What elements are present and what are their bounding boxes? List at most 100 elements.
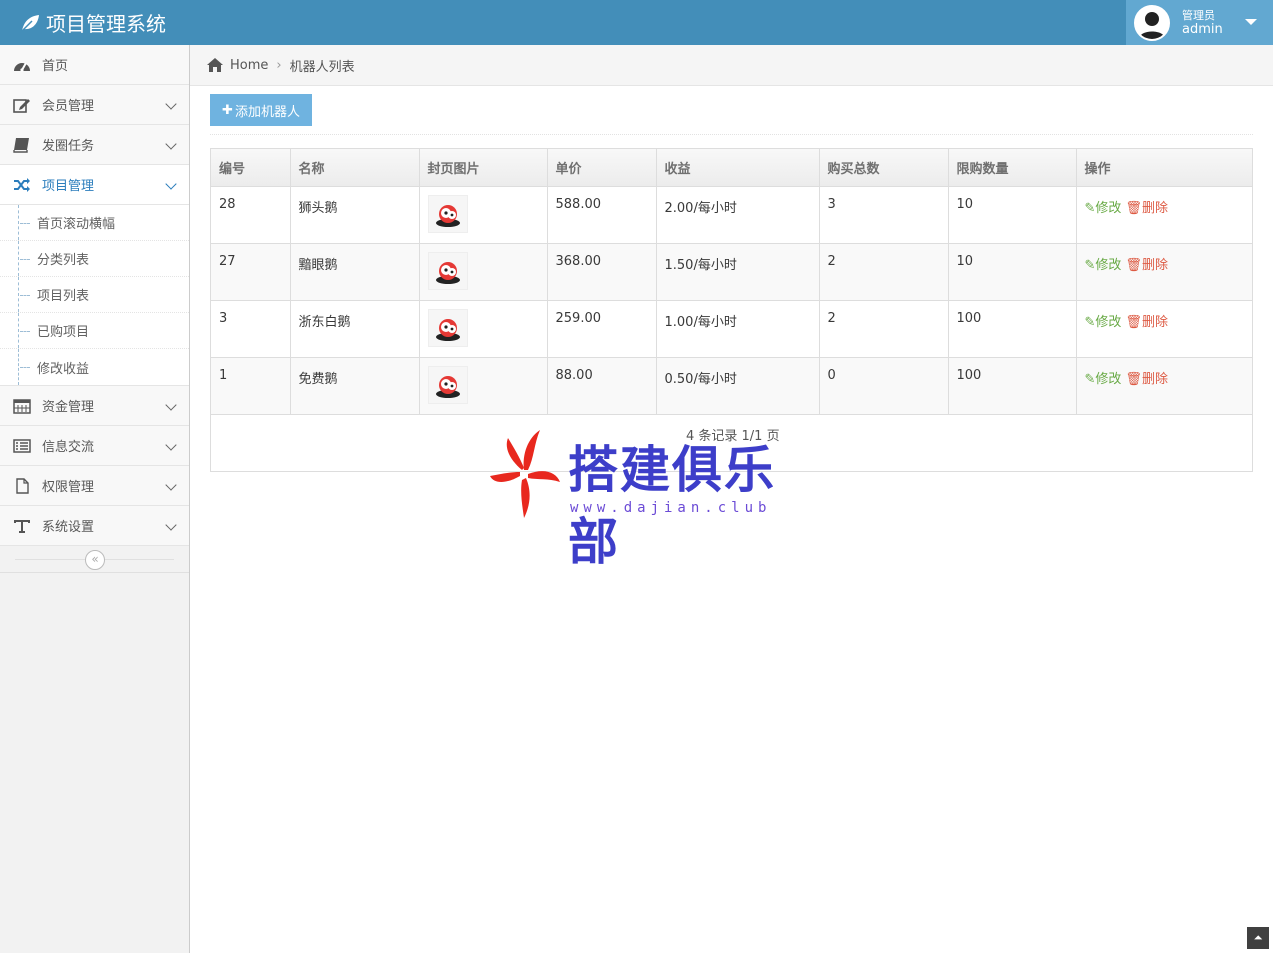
submenu-item-label: 已购项目 [37,325,90,340]
submenu-item-purchased[interactable]: 已购项目 [0,313,189,349]
chevron-right-icon: › [276,57,282,73]
sidebar-item-label: 会员管理 [42,99,95,114]
edit-link[interactable]: ✎修改 [1085,258,1122,273]
double-angle-left-icon[interactable]: « [85,550,105,570]
cell-income: 1.00/每小时 [656,300,820,358]
brand[interactable]: 项目管理系统 [20,0,166,45]
submenu-item-project-list[interactable]: 项目列表 [0,277,189,313]
dashboard-icon [12,56,32,74]
book-icon [12,136,32,154]
user-role: 管理员 [1182,8,1215,22]
trash-icon: 🗑 [1125,257,1142,273]
sidebar-item-settings[interactable]: 系统设置 [0,506,189,546]
add-robot-label: 添加机器人 [234,104,300,120]
sidebar-item-funds[interactable]: 资金管理 [0,386,189,426]
cell-limit: 100 [948,357,1077,415]
list-icon [12,437,32,455]
column-header: 封页图片 [419,149,548,187]
double-angle-up-icon: ⏶ [1253,931,1263,944]
sidebar: 首页 会员管理 发圈任务 项目管理 首页滚动横幅 分类列表 项目列表 已购项目 … [0,45,190,953]
cell-total: 2 [819,243,949,301]
edit-link[interactable]: ✎修改 [1085,372,1122,387]
delete-label: 删除 [1141,200,1168,216]
cell-price: 588.00 [547,186,657,244]
caret-down-icon [1245,19,1257,25]
pencil-icon: ✎ [1084,257,1096,273]
cell-actions: ✎修改 🗑删除 [1076,300,1252,358]
text-icon [12,517,32,535]
edit-link[interactable]: ✎修改 [1085,201,1122,216]
divider [210,134,1253,135]
user-info: 管理员 admin [1182,9,1223,37]
sidebar-item-home[interactable]: 首页 [0,45,189,85]
submenu-item-label: 项目列表 [37,289,90,304]
delete-link[interactable]: 🗑删除 [1125,258,1168,273]
cell-cover [419,186,548,244]
table-row: 3 浙东白鹅 259.00 1.00/每小时 2 100 ✎修改 🗑删除 [211,300,1252,358]
scroll-top-button[interactable]: ⏶ [1247,927,1269,949]
sidebar-item-permissions[interactable]: 权限管理 [0,466,189,506]
user-name: admin [1182,21,1223,37]
cover-thumbnail [427,251,468,290]
sidebar-item-tasks[interactable]: 发圈任务 [0,125,189,165]
delete-label: 删除 [1141,314,1168,330]
chevron-down-icon [165,439,177,451]
submenu-item-categories[interactable]: 分类列表 [0,241,189,277]
random-icon [12,176,32,194]
sidebar-item-messages[interactable]: 信息交流 [0,426,189,466]
cell-price: 88.00 [547,357,657,415]
cell-price: 368.00 [547,243,657,301]
pencil-icon: ✎ [1084,314,1096,330]
table-row: 27 黯眼鹅 368.00 1.50/每小时 2 10 ✎修改 🗑删除 [211,243,1252,301]
sidebar-item-label: 权限管理 [42,480,95,495]
chevron-down-icon [165,98,177,110]
cell-id: 3 [211,300,291,358]
sidebar-item-label: 系统设置 [42,520,95,535]
delete-link[interactable]: 🗑删除 [1125,315,1168,330]
leaf-icon [21,14,39,32]
column-header: 名称 [290,149,420,187]
cell-limit: 10 [948,243,1077,301]
column-header: 操作 [1076,149,1252,187]
trash-icon: 🗑 [1125,200,1142,216]
column-header: 限购数量 [948,149,1077,187]
sidebar-item-label: 资金管理 [42,400,95,415]
trash-icon: 🗑 [1125,314,1142,330]
edit-icon [12,96,32,114]
sidebar-item-label: 信息交流 [42,440,95,455]
goose-image-icon [435,261,460,284]
cell-cover [419,357,548,415]
submenu-item-label: 修改收益 [37,361,90,377]
delete-label: 删除 [1141,257,1168,273]
submenu-item-banner[interactable]: 首页滚动横幅 [0,205,189,241]
cover-thumbnail [427,365,468,404]
avatar [1134,4,1170,41]
sidebar-item-label: 首页 [42,59,69,74]
pencil-icon: ✎ [1084,200,1096,216]
top-navbar: 项目管理系统 管理员 admin [0,0,1273,45]
edit-link[interactable]: ✎修改 [1085,315,1122,330]
goose-image-icon [435,318,460,341]
user-icon [1136,6,1168,39]
plus-icon: ✚ [222,102,233,118]
cell-id: 27 [211,243,291,301]
table-header-row: 编号 名称 封页图片 单价 收益 购买总数 限购数量 操作 [211,149,1252,187]
cell-actions: ✎修改 🗑删除 [1076,357,1252,415]
delete-label: 删除 [1141,371,1168,387]
submenu-item-edit-income[interactable]: 修改收益 [0,349,189,385]
user-menu[interactable]: 管理员 admin [1126,0,1273,45]
table-row: 1 免费鹅 88.00 0.50/每小时 0 100 ✎修改 🗑删除 [211,357,1252,415]
cell-income: 2.00/每小时 [656,186,820,244]
add-robot-button[interactable]: ✚ 添加机器人 [210,94,312,126]
sidebar-item-projects[interactable]: 项目管理 [0,165,189,205]
cover-thumbnail [427,308,468,347]
cover-thumbnail [427,194,468,233]
pencil-icon: ✎ [1084,371,1096,387]
sidebar-item-members[interactable]: 会员管理 [0,85,189,125]
delete-link[interactable]: 🗑删除 [1125,372,1168,387]
breadcrumb-home[interactable]: Home [230,58,268,73]
chevron-down-icon [165,399,177,411]
chevron-down-icon [165,178,177,190]
cell-cover [419,243,548,301]
delete-link[interactable]: 🗑删除 [1125,201,1168,216]
